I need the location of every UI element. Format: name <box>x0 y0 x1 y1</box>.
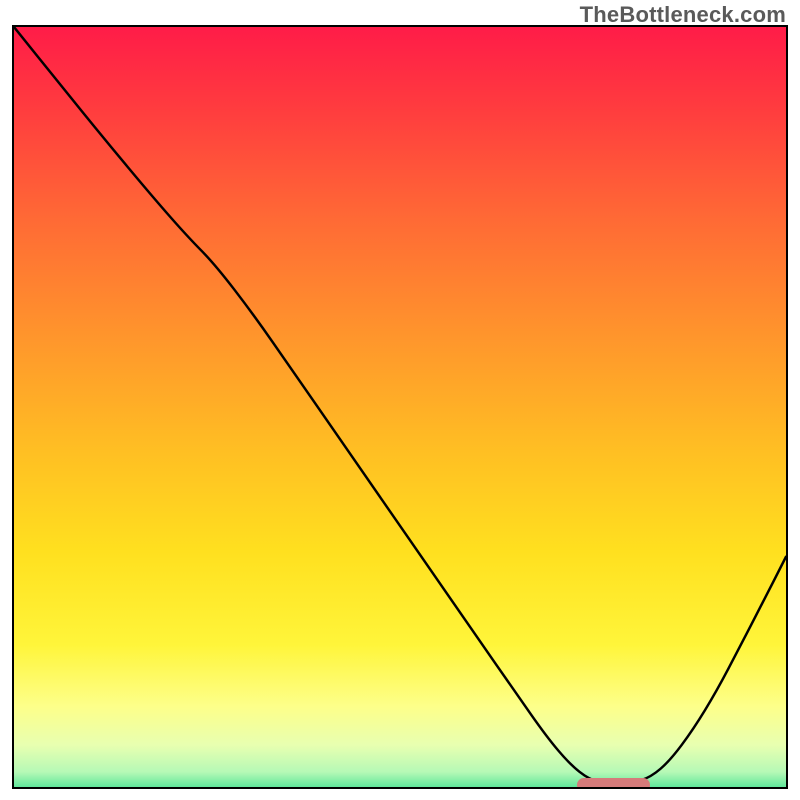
chart-plot-area <box>12 25 788 789</box>
chart-curve <box>14 27 786 787</box>
chart-minimum-marker <box>577 778 651 789</box>
